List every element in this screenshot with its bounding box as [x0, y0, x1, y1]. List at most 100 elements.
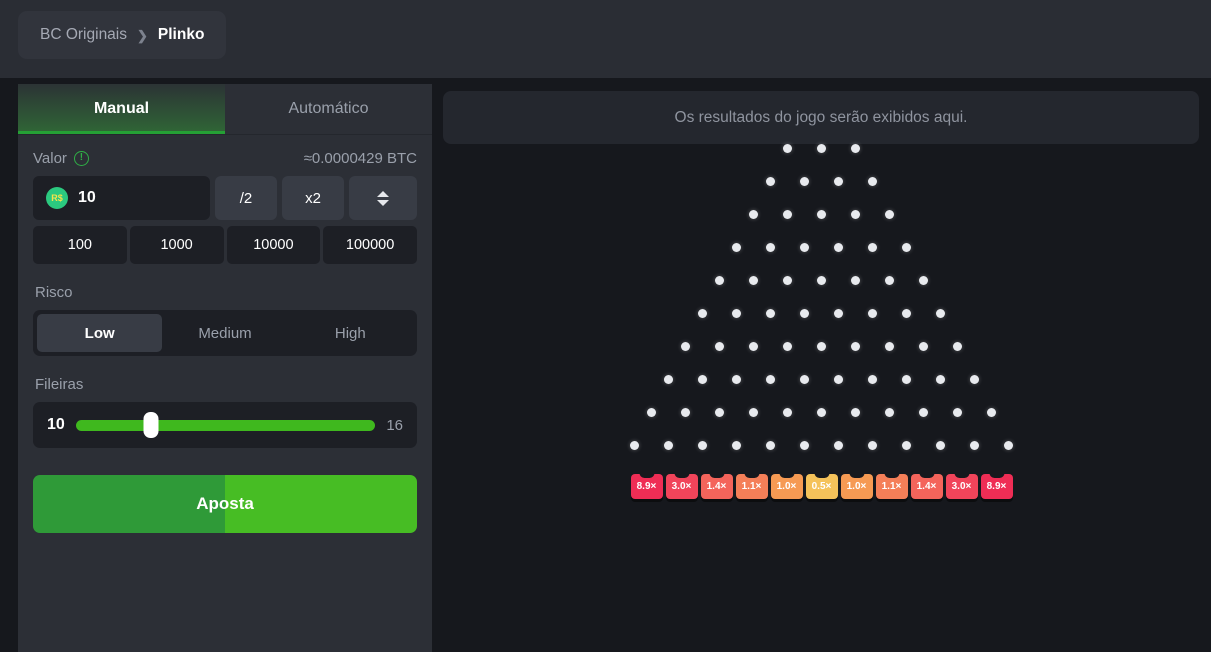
multiplier-bucket[interactable]: 1.4× [700, 474, 733, 499]
peg-cell [754, 309, 788, 318]
peg-cell [958, 375, 992, 384]
peg-row [432, 177, 1211, 186]
risk-option-medium[interactable]: Medium [162, 314, 287, 352]
peg [749, 210, 758, 219]
double-amount-button[interactable]: x2 [282, 176, 344, 220]
peg [1004, 441, 1013, 450]
peg [800, 441, 809, 450]
peg-cell [805, 210, 839, 219]
risk-option-high-label: High [334, 324, 366, 342]
amount-input[interactable]: R$ 10 [33, 176, 210, 220]
peg-cell [856, 177, 890, 186]
tab-manual[interactable]: Manual [18, 84, 225, 134]
quick-amount-100000[interactable]: 100000 [323, 226, 417, 264]
peg-cell [822, 441, 856, 450]
risk-option-medium-label: Medium [198, 324, 252, 342]
breadcrumb-parent-link[interactable]: BC Originais [40, 26, 127, 44]
multiplier-bucket-label: 8.9× [986, 481, 1007, 492]
tabs-divider [18, 134, 432, 135]
breadcrumb-separator-icon: ❯ [137, 27, 148, 43]
peg-cell [788, 309, 822, 318]
amount-stepper[interactable] [349, 176, 417, 220]
quick-amount-100[interactable]: 100 [33, 226, 127, 264]
peg [953, 342, 962, 351]
risk-option-low[interactable]: Low [37, 314, 163, 352]
rows-label: Fileiras [35, 376, 84, 393]
rows-slider-thumb[interactable] [143, 412, 159, 438]
quick-amount-10000-label: 10000 [253, 237, 294, 253]
risk-option-high[interactable]: High [288, 314, 413, 352]
peg-cell [652, 441, 686, 450]
quick-amount-1000[interactable]: 1000 [129, 226, 224, 264]
peg-cell [822, 375, 856, 384]
peg [936, 375, 945, 384]
peg [766, 375, 775, 384]
peg [800, 243, 809, 252]
btc-equivalent-value: ≈0.0000429 BTC [303, 150, 417, 167]
bet-button[interactable]: Aposta [33, 475, 417, 533]
peg-cell [703, 276, 737, 285]
multiplier-bucket-label: 3.0× [951, 481, 972, 492]
info-exclamation-icon[interactable]: ! [73, 151, 89, 166]
peg [970, 441, 979, 450]
halve-amount-button[interactable]: /2 [215, 176, 277, 220]
tab-automatico-label: Automático [288, 100, 369, 117]
multiplier-bucket[interactable]: 1.0× [770, 474, 803, 499]
multiplier-bucket[interactable]: 1.4× [910, 474, 943, 499]
plinko-app: BC Originais ❯ Plinko Manual Automático … [0, 0, 1211, 652]
breadcrumb-current-page: Plinko [157, 26, 205, 43]
peg [817, 144, 826, 153]
multiplier-bucket[interactable]: 8.9× [980, 474, 1013, 499]
peg-cell [907, 342, 941, 351]
plinko-board: 8.9× 3.0× 1.4× 1.1× 1.0× 0.5× 1.0× 1.1× 1.4× 3.0×… [432, 144, 1211, 644]
peg [698, 309, 707, 318]
peg-cell [771, 144, 805, 153]
peg-cell [839, 408, 873, 417]
control-panel: Manual Automático Valor ! ≈0.0000429 BTC… [18, 84, 432, 652]
peg [715, 276, 724, 285]
halve-amount-label: /2 [239, 189, 253, 207]
tab-automatico[interactable]: Automático [225, 84, 432, 134]
peg-cell [720, 309, 754, 318]
peg [936, 309, 945, 318]
multiplier-bucket[interactable]: 8.9× [630, 474, 663, 499]
peg-cell [992, 441, 1026, 450]
peg-cell [720, 243, 754, 252]
peg [766, 177, 775, 186]
peg-cell [635, 408, 669, 417]
chevron-down-icon[interactable] [377, 199, 389, 206]
multiplier-bucket[interactable]: 1.1× [735, 474, 768, 499]
rows-slider-track[interactable] [75, 412, 376, 438]
risk-selector: Low Medium High [33, 310, 417, 356]
peg-cell [839, 342, 873, 351]
peg [817, 276, 826, 285]
peg [715, 342, 724, 351]
game-area: Os resultados do jogo serão exibidos aqu… [432, 78, 1211, 652]
peg-cell [873, 276, 907, 285]
peg [953, 408, 962, 417]
peg [783, 276, 792, 285]
multiplier-bucket[interactable]: 1.1× [875, 474, 908, 499]
peg [749, 276, 758, 285]
multiplier-bucket[interactable]: 1.0× [840, 474, 873, 499]
peg [834, 375, 843, 384]
peg [902, 375, 911, 384]
peg-row [432, 342, 1211, 351]
quick-amount-100000-label: 100000 [345, 237, 395, 253]
amount-label: Valor [33, 150, 67, 167]
peg [885, 408, 894, 417]
peg-cell [771, 408, 805, 417]
peg-cell [975, 408, 1009, 417]
peg-cell [754, 177, 788, 186]
chevron-up-icon[interactable] [377, 190, 389, 197]
peg-cell [788, 375, 822, 384]
multiplier-bucket[interactable]: 3.0× [945, 474, 978, 499]
peg-row [432, 276, 1211, 285]
currency-coin-icon: R$ [46, 187, 68, 209]
peg [732, 309, 741, 318]
multiplier-bucket[interactable]: 3.0× [665, 474, 698, 499]
quick-amount-10000[interactable]: 10000 [226, 226, 321, 264]
peg [800, 309, 809, 318]
multiplier-bucket[interactable]: 0.5× [805, 474, 838, 499]
peg-cell [754, 243, 788, 252]
